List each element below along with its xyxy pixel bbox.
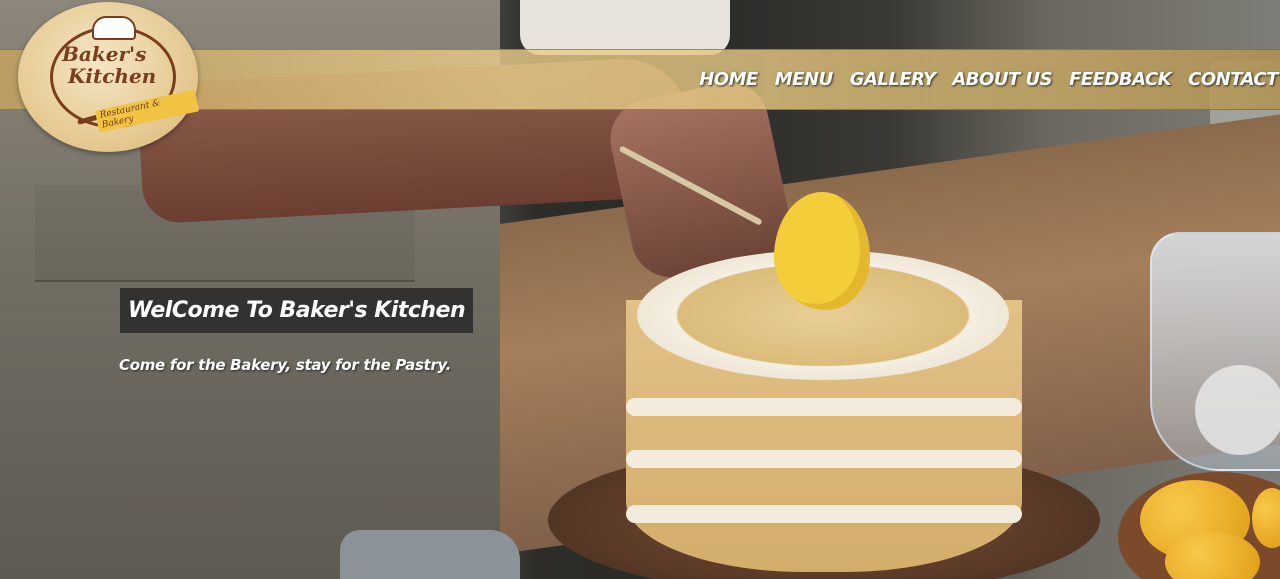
cream-layer: [626, 450, 1022, 468]
nav-home-link[interactable]: HOME: [699, 69, 758, 90]
cream-layer: [626, 505, 1022, 523]
sleeve: [520, 0, 730, 55]
nav-menu: HOME MENU GALLERY ABOUT US FEEDBACK CONT…: [699, 50, 1278, 109]
logo-line2: Kitchen: [68, 64, 157, 88]
bakers-kitchen-logo[interactable]: Baker's Kitchen Restaurant & Bakery: [18, 2, 200, 152]
nav-menu-link[interactable]: MENU: [775, 69, 833, 90]
nav-feedback-link[interactable]: FEEDBACK: [1069, 69, 1172, 90]
nav-contact-link[interactable]: CONTACT: [1188, 69, 1278, 90]
kitchen-cloth: [340, 530, 520, 579]
hero-title: WelCome To Baker's Kitchen: [120, 288, 474, 333]
hero-section: HOME MENU GALLERY ABOUT US FEEDBACK CONT…: [0, 0, 1280, 579]
logo-line1: Baker's: [62, 42, 147, 66]
cream-layer: [626, 398, 1022, 416]
hero-tagline: Come for the Bakery, stay for the Pastry…: [119, 356, 452, 374]
chef-hat-icon: [92, 16, 136, 40]
nav-gallery-link[interactable]: GALLERY: [850, 69, 936, 90]
nav-about-link[interactable]: ABOUT US: [952, 69, 1052, 90]
custard: [774, 192, 870, 310]
flour: [1195, 365, 1280, 455]
